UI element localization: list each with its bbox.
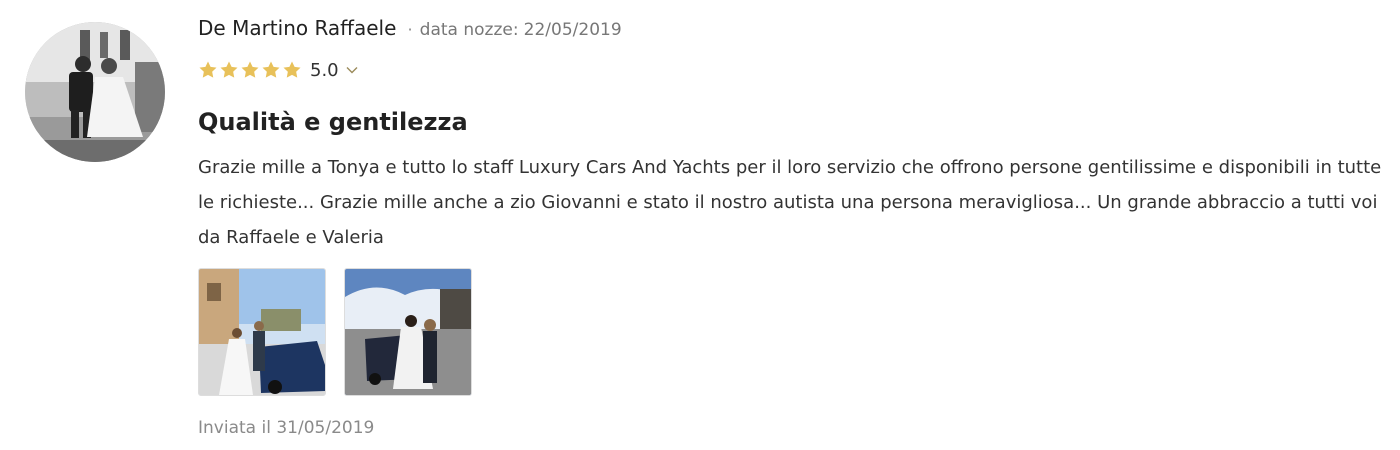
wedding-date: 22/05/2019: [523, 20, 622, 40]
author-line: De Martino Raffaele · data nozze: 22/05/…: [198, 16, 622, 44]
rating-dropdown[interactable]: 5.0: [198, 58, 359, 82]
avatar[interactable]: [25, 22, 165, 162]
wedding-couple-street-photo: [345, 269, 471, 395]
wedding-couple-car-photo: [199, 269, 325, 395]
photo-gallery: [198, 268, 472, 396]
rating-value: 5.0: [310, 59, 339, 81]
sent-label: Inviata il: [198, 418, 271, 438]
sent-date-line: Inviata il 31/05/2019: [198, 418, 374, 438]
review-title: Qualità e gentilezza: [198, 108, 468, 136]
review-body: Grazie mille a Tonya e tutto lo staff Lu…: [198, 157, 1382, 248]
review-photo[interactable]: [344, 268, 472, 396]
star-icon: [262, 61, 280, 78]
avatar-photo: [25, 22, 165, 162]
star-icon: [220, 61, 238, 78]
sent-date: 31/05/2019: [276, 418, 375, 438]
rating-stars: [198, 60, 302, 80]
review-card: De Martino Raffaele · data nozze: 22/05/…: [0, 0, 1400, 450]
author-name[interactable]: De Martino Raffaele: [198, 16, 396, 40]
star-icon: [241, 61, 259, 78]
star-icon: [283, 61, 301, 78]
chevron-down-icon[interactable]: [345, 63, 359, 77]
star-icon: [199, 61, 217, 78]
wedding-date-label: data nozze:: [419, 20, 519, 40]
separator-dot: ·: [407, 20, 413, 39]
review-photo[interactable]: [198, 268, 326, 396]
